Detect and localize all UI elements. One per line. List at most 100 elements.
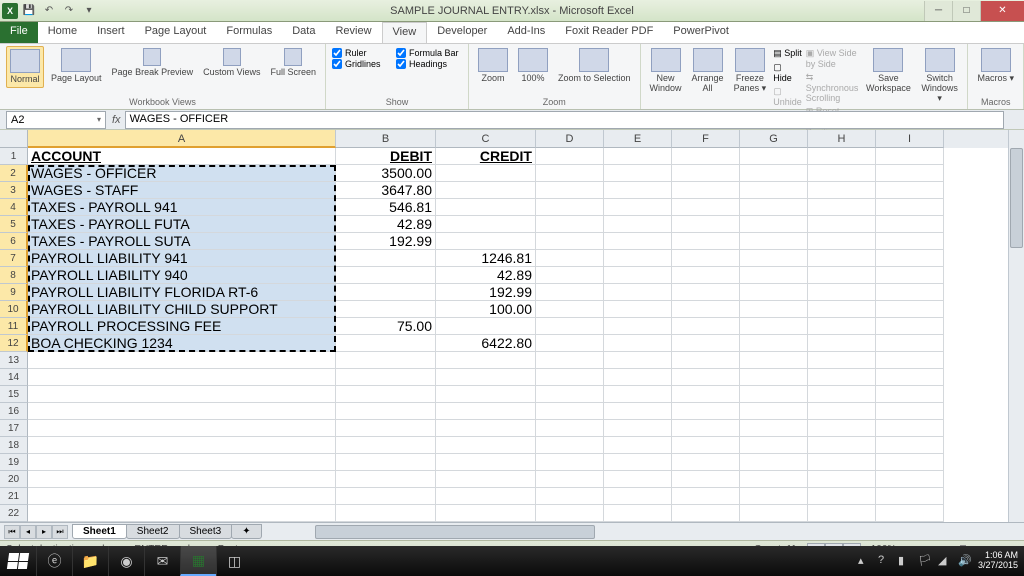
cell-H10[interactable] — [808, 301, 876, 318]
page-break-button[interactable]: Page Break Preview — [109, 46, 197, 80]
cell-I11[interactable] — [876, 318, 944, 335]
cell-D21[interactable] — [536, 488, 604, 505]
cell-B1[interactable]: DEBIT — [336, 148, 436, 165]
row-header-12[interactable]: 12 — [0, 335, 28, 352]
cell-C13[interactable] — [436, 352, 536, 369]
cell-C4[interactable] — [436, 199, 536, 216]
cell-F22[interactable] — [672, 505, 740, 522]
custom-views-button[interactable]: Custom Views — [200, 46, 263, 80]
cell-A6[interactable]: TAXES - PAYROLL SUTA — [28, 233, 336, 250]
full-screen-button[interactable]: Full Screen — [267, 46, 319, 80]
cell-D1[interactable] — [536, 148, 604, 165]
row-header-15[interactable]: 15 — [0, 386, 28, 403]
cell-A16[interactable] — [28, 403, 336, 420]
cell-E4[interactable] — [604, 199, 672, 216]
ribbon-tab-home[interactable]: Home — [38, 22, 87, 43]
ribbon-tab-foxit-reader-pdf[interactable]: Foxit Reader PDF — [555, 22, 663, 43]
column-headers[interactable]: ABCDEFGHI — [28, 130, 1008, 148]
cell-F21[interactable] — [672, 488, 740, 505]
formula-input[interactable]: WAGES - OFFICER — [125, 111, 1004, 129]
cell-E12[interactable] — [604, 335, 672, 352]
cell-H12[interactable] — [808, 335, 876, 352]
cell-H1[interactable] — [808, 148, 876, 165]
cell-H20[interactable] — [808, 471, 876, 488]
cell-E14[interactable] — [604, 369, 672, 386]
sync-scroll-button[interactable]: ⇆ Synchronous Scrolling — [806, 72, 859, 103]
qat-customize-icon[interactable]: ▾ — [80, 2, 98, 20]
vertical-scroll-thumb[interactable] — [1010, 148, 1023, 248]
cell-G3[interactable] — [740, 182, 808, 199]
zoom-button[interactable]: Zoom — [475, 46, 511, 86]
cell-E6[interactable] — [604, 233, 672, 250]
cell-I16[interactable] — [876, 403, 944, 420]
headings-checkbox[interactable]: Headings — [396, 59, 459, 69]
cell-C7[interactable]: 1246.81 — [436, 250, 536, 267]
cell-I21[interactable] — [876, 488, 944, 505]
cell-I2[interactable] — [876, 165, 944, 182]
horizontal-scrollbar[interactable] — [301, 525, 1008, 539]
cell-C18[interactable] — [436, 437, 536, 454]
arrange-all-button[interactable]: Arrange All — [689, 46, 727, 96]
qat-save-icon[interactable]: 💾 — [20, 2, 38, 20]
sheet-nav-next[interactable]: ▸ — [36, 525, 52, 539]
cell-G12[interactable] — [740, 335, 808, 352]
cell-A11[interactable]: PAYROLL PROCESSING FEE — [28, 318, 336, 335]
zoom-selection-button[interactable]: Zoom to Selection — [555, 46, 634, 86]
save-workspace-button[interactable]: Save Workspace — [863, 46, 914, 96]
row-header-16[interactable]: 16 — [0, 403, 28, 420]
cell-G5[interactable] — [740, 216, 808, 233]
cell-F15[interactable] — [672, 386, 740, 403]
vertical-scrollbar[interactable] — [1008, 130, 1024, 522]
new-window-button[interactable]: New Window — [647, 46, 685, 96]
col-header-E[interactable]: E — [604, 130, 672, 148]
name-box[interactable]: A2 — [6, 111, 106, 129]
cell-D18[interactable] — [536, 437, 604, 454]
cell-E11[interactable] — [604, 318, 672, 335]
cell-C14[interactable] — [436, 369, 536, 386]
cell-G10[interactable] — [740, 301, 808, 318]
cell-A13[interactable] — [28, 352, 336, 369]
cell-C22[interactable] — [436, 505, 536, 522]
task-explorer-icon[interactable]: 📁 — [72, 546, 108, 576]
cell-B22[interactable] — [336, 505, 436, 522]
task-app-icon[interactable]: ◫ — [216, 546, 252, 576]
cell-F1[interactable] — [672, 148, 740, 165]
cell-I9[interactable] — [876, 284, 944, 301]
cell-H5[interactable] — [808, 216, 876, 233]
cell-E19[interactable] — [604, 454, 672, 471]
cell-F7[interactable] — [672, 250, 740, 267]
cell-A17[interactable] — [28, 420, 336, 437]
sheet-nav-first[interactable]: ⏮ — [4, 525, 20, 539]
cell-E2[interactable] — [604, 165, 672, 182]
sheet-tab-sheet1[interactable]: Sheet1 — [72, 524, 127, 539]
side-by-side-button[interactable]: ▣ View Side by Side — [806, 48, 859, 69]
cell-I13[interactable] — [876, 352, 944, 369]
cell-G11[interactable] — [740, 318, 808, 335]
cell-D13[interactable] — [536, 352, 604, 369]
row-header-9[interactable]: 9 — [0, 284, 28, 301]
cell-A14[interactable] — [28, 369, 336, 386]
cell-A7[interactable]: PAYROLL LIABILITY 941 — [28, 250, 336, 267]
cell-E15[interactable] — [604, 386, 672, 403]
cell-F3[interactable] — [672, 182, 740, 199]
cell-G18[interactable] — [740, 437, 808, 454]
page-layout-button[interactable]: Page Layout — [48, 46, 105, 86]
cell-B5[interactable]: 42.89 — [336, 216, 436, 233]
cell-I7[interactable] — [876, 250, 944, 267]
cell-C19[interactable] — [436, 454, 536, 471]
tray-action-icon[interactable]: 🏳 — [918, 554, 932, 568]
cell-C15[interactable] — [436, 386, 536, 403]
cell-H3[interactable] — [808, 182, 876, 199]
cell-I3[interactable] — [876, 182, 944, 199]
cell-D11[interactable] — [536, 318, 604, 335]
cell-C8[interactable]: 42.89 — [436, 267, 536, 284]
cell-A4[interactable]: TAXES - PAYROLL 941 — [28, 199, 336, 216]
cell-G7[interactable] — [740, 250, 808, 267]
sheet-tab-sheet2[interactable]: Sheet2 — [126, 524, 180, 539]
ribbon-tab-review[interactable]: Review — [325, 22, 381, 43]
cell-D5[interactable] — [536, 216, 604, 233]
row-headers[interactable]: 12345678910111213141516171819202122 — [0, 148, 28, 522]
cell-C2[interactable] — [436, 165, 536, 182]
cell-F18[interactable] — [672, 437, 740, 454]
cell-C12[interactable]: 6422.80 — [436, 335, 536, 352]
